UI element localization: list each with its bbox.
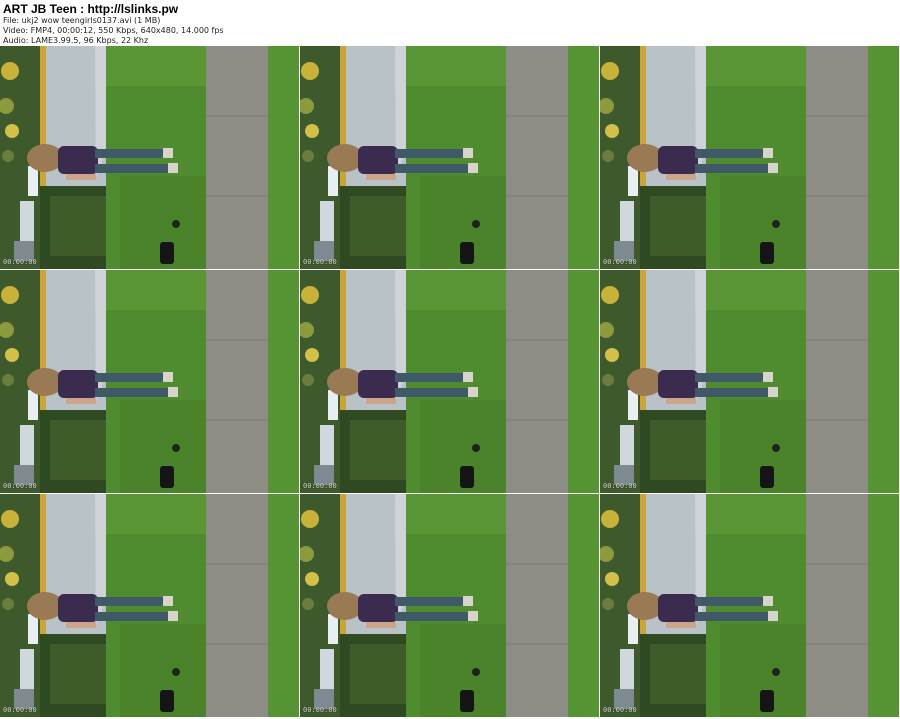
sheet-header: ART JB Teen : http://lslinks.pw File: uk… [3,0,897,45]
file-info: File: ukj2 wow teengirls0137.avi (1 MB) [3,16,161,25]
thumbnail-timestamp: 00:00:00 [303,482,337,490]
video-thumbnail: 00:00:00 [300,270,599,493]
video-thumbnail: 00:00:00 [0,46,299,269]
video-thumbnail: 00:00:00 [600,270,899,493]
video-info: Video: FMP4, 00:00:12, 550 Kbps, 640x480… [3,26,224,35]
frame-image [600,46,899,269]
frame-image [300,46,599,269]
thumbnail-timestamp: 00:00:00 [603,258,637,266]
frame-image [0,270,299,493]
thumbnail-timestamp: 00:00:00 [3,258,37,266]
frame-image [0,46,299,269]
thumbnail-timestamp: 00:00:00 [603,482,637,490]
thumbnail-grid: 00:00:00 00:00:00 00:00:00 00:00:00 00:0… [0,46,900,718]
thumbnail-timestamp: 00:00:00 [3,482,37,490]
thumbnail-timestamp: 00:00:00 [603,706,637,714]
video-thumbnail: 00:00:00 [0,494,299,717]
frame-image [300,270,599,493]
video-thumbnail: 00:00:00 [300,494,599,717]
frame-image [600,270,899,493]
frame-image [300,494,599,717]
video-thumbnail: 00:00:00 [600,494,899,717]
video-thumbnail: 00:00:00 [600,46,899,269]
thumbnail-timestamp: 00:00:00 [303,258,337,266]
frame-image [600,494,899,717]
audio-info: Audio: LAME3.99.5, 96 Kbps, 22 Khz [3,36,149,45]
video-thumbnail: 00:00:00 [300,46,599,269]
thumbnail-timestamp: 00:00:00 [303,706,337,714]
thumbnail-timestamp: 00:00:00 [3,706,37,714]
frame-image [0,494,299,717]
video-thumbnail: 00:00:00 [0,270,299,493]
sheet-title: ART JB Teen : http://lslinks.pw [3,2,179,16]
